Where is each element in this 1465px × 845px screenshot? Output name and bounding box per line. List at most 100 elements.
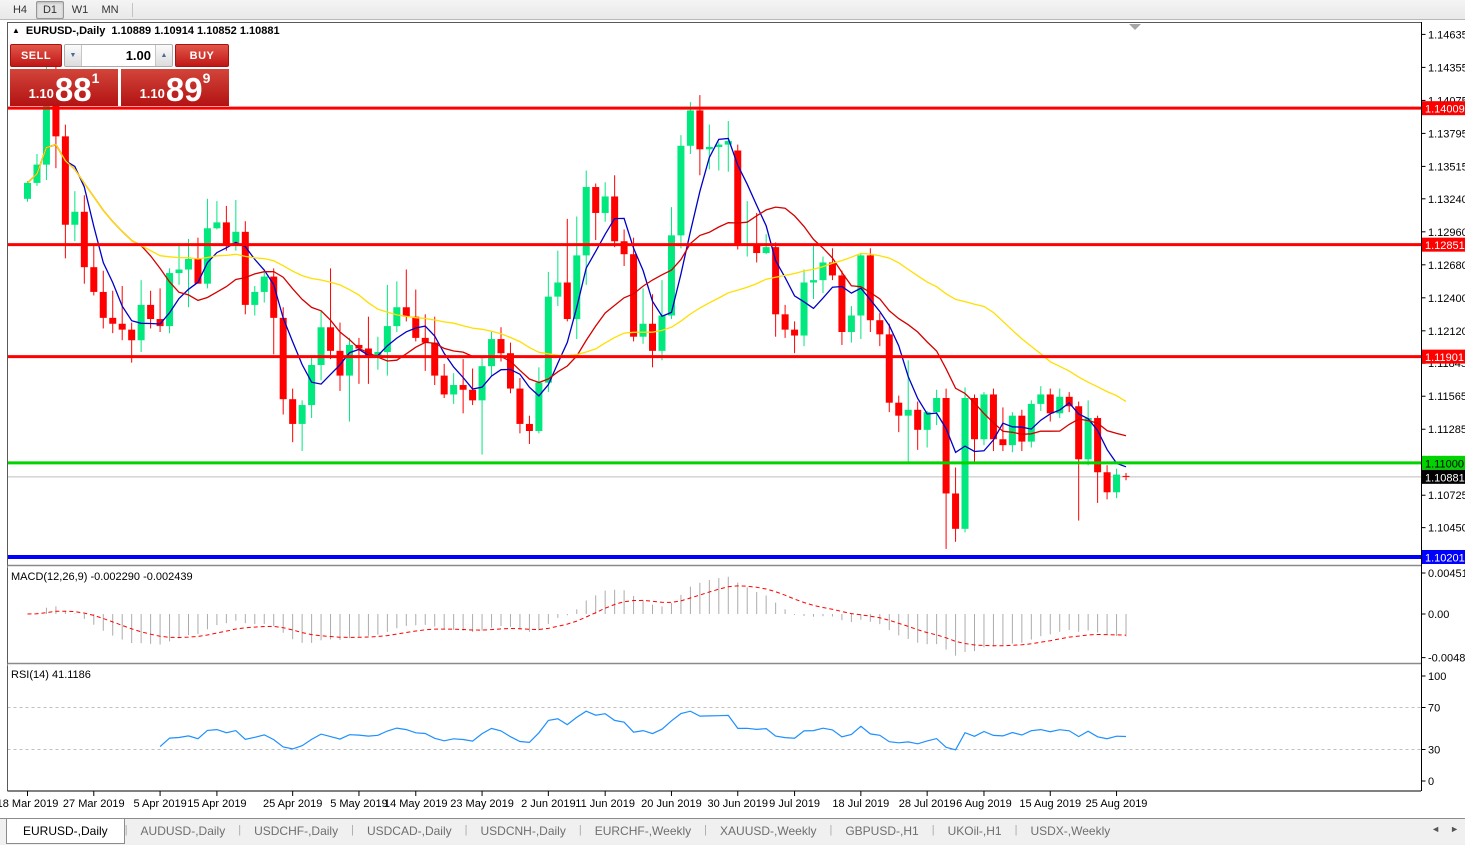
date-tick-label: 18 Mar 2019 bbox=[0, 798, 58, 810]
candle-body bbox=[943, 398, 950, 493]
date-tick-label: 18 Jul 2019 bbox=[832, 798, 889, 810]
date-tick-label: 30 Jun 2019 bbox=[707, 798, 768, 810]
buy-price-big: 89 bbox=[166, 76, 203, 103]
date-tick-label: 15 Aug 2019 bbox=[1019, 798, 1081, 810]
chart-title: ▲ EURUSD-,Daily 1.10889 1.10914 1.10852 … bbox=[12, 25, 280, 37]
candle-body bbox=[337, 351, 344, 376]
candle-body bbox=[876, 320, 883, 334]
one-click-trading-panel: SELL ▼ ▲ BUY 1.10 88 1 1.10 89 9 bbox=[10, 44, 229, 106]
candle-body bbox=[1047, 394, 1054, 413]
date-tick-label: 2 Jun 2019 bbox=[521, 798, 575, 810]
buy-price-prefix: 1.10 bbox=[140, 87, 165, 103]
candle-body bbox=[649, 324, 656, 351]
date-tick-label: 5 May 2019 bbox=[330, 798, 387, 810]
candle-body bbox=[90, 267, 97, 292]
macd-tick-label: -0.004806 bbox=[1428, 653, 1465, 665]
macd-tick-label: 0.004517 bbox=[1428, 568, 1465, 580]
candle-body bbox=[980, 394, 987, 439]
sell-button[interactable]: SELL bbox=[10, 44, 62, 67]
volume-decrease-icon[interactable]: ▼ bbox=[65, 45, 82, 66]
candle-body bbox=[545, 297, 552, 383]
candle-body bbox=[564, 282, 571, 319]
symbol-tab-eurusd-daily[interactable]: EURUSD-,Daily bbox=[6, 819, 125, 844]
level-price-label: 1.14009 bbox=[1425, 104, 1465, 116]
symbol-tab-eurchf-weekly[interactable]: EURCHF-,Weekly bbox=[582, 819, 704, 842]
symbol-tab-gbpusd-h1[interactable]: GBPUSD-,H1 bbox=[832, 819, 931, 842]
candle-body bbox=[924, 412, 931, 430]
candle-body bbox=[696, 110, 703, 149]
candle-body bbox=[895, 403, 902, 416]
candle-body bbox=[498, 339, 505, 353]
candle-body bbox=[251, 292, 258, 305]
volume-increase-icon[interactable]: ▲ bbox=[155, 45, 172, 66]
candle-body bbox=[886, 334, 893, 402]
price-tick-label: 1.12400 bbox=[1428, 293, 1465, 305]
candle-body bbox=[763, 247, 770, 253]
candle-body bbox=[791, 330, 798, 336]
trade-buttons-row: SELL ▼ ▲ BUY bbox=[10, 44, 229, 67]
candle-body bbox=[867, 255, 874, 320]
tab-scroll-right-icon[interactable]: ► bbox=[1450, 824, 1459, 834]
candle-body bbox=[677, 146, 684, 236]
collapse-triangle-icon[interactable]: ▲ bbox=[12, 26, 20, 35]
candle-body bbox=[213, 222, 220, 228]
candle-body bbox=[801, 282, 808, 335]
volume-input[interactable] bbox=[82, 45, 155, 66]
candle-body bbox=[62, 136, 69, 224]
candle-body bbox=[1113, 475, 1120, 493]
price-tick-label: 1.13515 bbox=[1428, 161, 1465, 173]
candle-body bbox=[772, 247, 779, 314]
candle-body bbox=[554, 282, 561, 296]
symbol-tab-usdcad-daily[interactable]: USDCAD-,Daily bbox=[354, 819, 465, 842]
candle-body bbox=[403, 307, 410, 316]
date-tick-label: 25 Aug 2019 bbox=[1086, 798, 1148, 810]
date-tick-label: 14 May 2019 bbox=[384, 798, 448, 810]
level-price-label: 1.11000 bbox=[1425, 458, 1464, 470]
candle-body bbox=[1037, 394, 1044, 403]
price-tick-label: 1.10725 bbox=[1428, 490, 1465, 502]
macd-tick-label: 0.00 bbox=[1428, 609, 1449, 621]
candle-body bbox=[933, 398, 940, 412]
rsi-plot[interactable] bbox=[8, 666, 1422, 791]
chart-ohlc-values: 1.10889 1.10914 1.10852 1.10881 bbox=[111, 25, 279, 37]
symbol-tab-ukoil-h1[interactable]: UKOil-,H1 bbox=[935, 819, 1015, 842]
tab-scroll-left-icon[interactable]: ◄ bbox=[1431, 824, 1440, 834]
macd-plot[interactable] bbox=[8, 568, 1422, 663]
trading-terminal-window: H4D1W1MN 1.146351.143551.140751.137951.1… bbox=[0, 0, 1465, 845]
symbol-tab-xauusd-weekly[interactable]: XAUUSD-,Weekly bbox=[707, 819, 829, 842]
sell-price-display[interactable]: 1.10 88 1 bbox=[10, 69, 118, 106]
rsi-indicator-label: RSI(14) 41.1186 bbox=[11, 669, 91, 681]
candle-body bbox=[185, 259, 192, 270]
candle-body bbox=[100, 292, 107, 318]
chart-symbol-label: EURUSD-,Daily bbox=[26, 25, 105, 37]
candle-body bbox=[952, 493, 959, 528]
level-price-label: 1.11901 bbox=[1425, 352, 1464, 364]
price-tick-label: 1.13240 bbox=[1428, 194, 1465, 206]
candle-body bbox=[109, 318, 116, 324]
symbol-tab-usdcnh-daily[interactable]: USDCNH-,Daily bbox=[468, 819, 579, 842]
candle-body bbox=[157, 319, 164, 326]
candle-body bbox=[204, 228, 211, 283]
buy-button[interactable]: BUY bbox=[175, 44, 229, 67]
candle-body bbox=[327, 327, 334, 351]
price-tick-label: 1.14355 bbox=[1428, 62, 1465, 74]
candle-body bbox=[270, 277, 277, 318]
price-tick-label: 1.12120 bbox=[1428, 326, 1465, 338]
buy-price-display[interactable]: 1.10 89 9 bbox=[121, 69, 229, 106]
symbol-tab-usdx-weekly[interactable]: USDX-,Weekly bbox=[1017, 819, 1123, 842]
candle-body bbox=[848, 315, 855, 332]
candle-body bbox=[592, 187, 599, 213]
candle-body bbox=[24, 183, 31, 199]
candle-body bbox=[176, 270, 183, 274]
date-tick-label: 5 Apr 2019 bbox=[133, 798, 186, 810]
candle-body bbox=[242, 232, 249, 305]
date-tick-label: 20 Jun 2019 bbox=[641, 798, 702, 810]
price-tick-label: 1.13795 bbox=[1428, 128, 1465, 140]
candle-body bbox=[450, 385, 457, 394]
candle-body bbox=[687, 110, 694, 145]
chart-canvas[interactable]: 1.146351.143551.140751.137951.135151.132… bbox=[0, 0, 1465, 845]
symbol-tab-usdchf-daily[interactable]: USDCHF-,Daily bbox=[241, 819, 351, 842]
symbol-tab-audusd-daily[interactable]: AUDUSD-,Daily bbox=[128, 819, 239, 842]
price-tick-label: 1.12960 bbox=[1428, 227, 1465, 239]
rsi-tick-label: 30 bbox=[1428, 745, 1440, 757]
